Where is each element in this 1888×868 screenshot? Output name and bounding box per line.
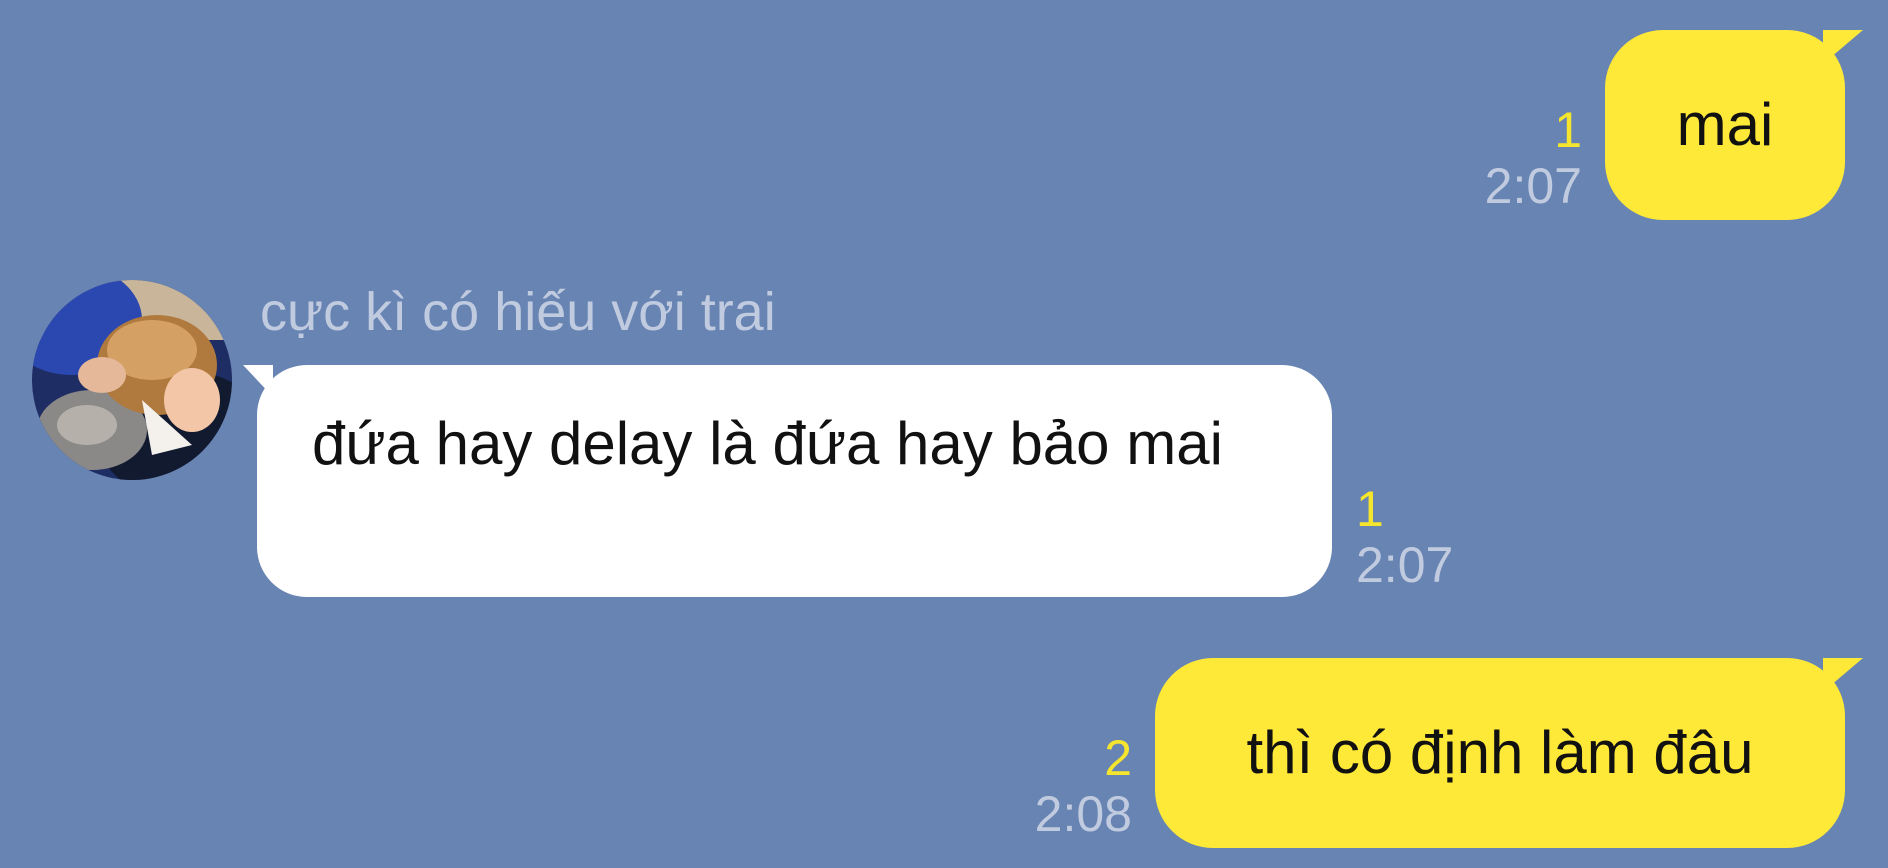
profile-photo-icon (32, 280, 232, 480)
message-1-meta: 1 2:07 (1485, 102, 1582, 214)
message-time: 2:08 (1034, 786, 1132, 842)
sender-name: cực kì có hiếu với trai (260, 282, 776, 342)
unread-count: 1 (1356, 481, 1384, 537)
incoming-message-bubble[interactable]: đứa hay delay là đứa hay bảo mai (243, 365, 1332, 597)
bubble-tail (1823, 30, 1863, 64)
chat-area: 1 2:07 mai cực kì có hiếu với trai đứa h… (0, 0, 1888, 868)
unread-count: 2 (1104, 730, 1132, 786)
unread-count: 1 (1554, 102, 1582, 158)
message-3-meta: 2 2:08 (1035, 730, 1132, 842)
bubble-tail (243, 365, 273, 397)
message-2-meta: 1 2:07 (1356, 481, 1453, 593)
outgoing-message-bubble[interactable]: thì có định làm đâu (1155, 658, 1863, 848)
message-text: mai (1676, 91, 1774, 158)
message-text: thì có định làm đâu (1246, 719, 1754, 786)
message-time: 2:07 (1484, 158, 1582, 214)
avatar[interactable] (32, 280, 232, 480)
message-text: đứa hay delay là đứa hay bảo mai (312, 410, 1223, 477)
outgoing-message-bubble[interactable]: mai (1605, 30, 1863, 220)
message-time: 2:07 (1356, 537, 1454, 593)
bubble-tail (1823, 658, 1863, 692)
